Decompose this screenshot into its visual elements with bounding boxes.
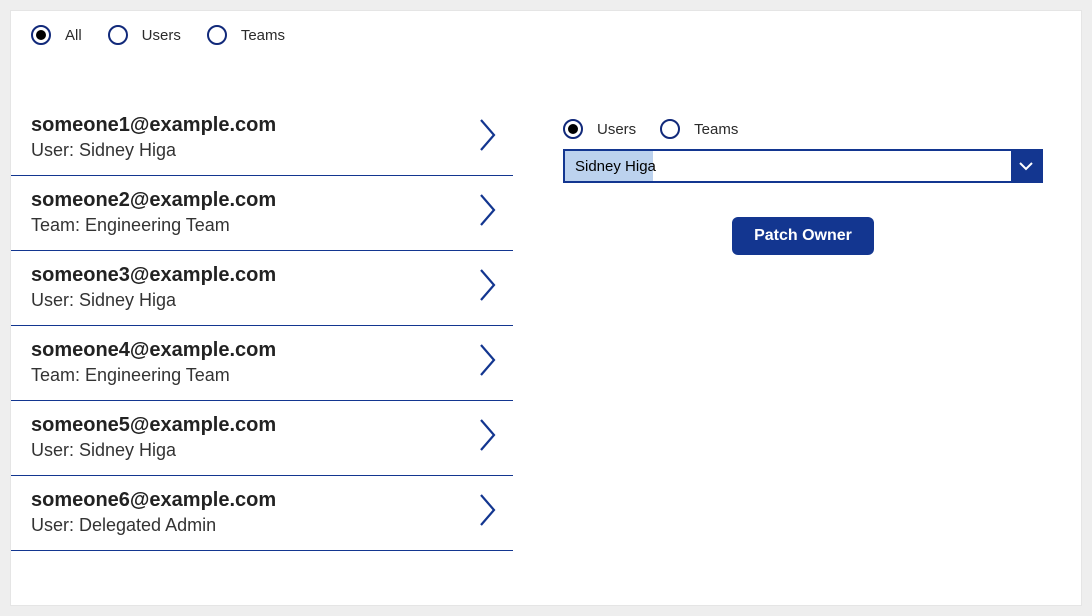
detail-filter-row: Users Teams — [563, 119, 1043, 149]
detail-users-label: Users — [597, 121, 636, 138]
radio-icon — [660, 119, 680, 139]
chevron-right-icon — [479, 493, 497, 532]
list-item-owner: User: Delegated Admin — [31, 515, 276, 536]
list-item-text: someone1@example.com User: Sidney Higa — [31, 113, 276, 161]
filter-all-radio[interactable]: All — [31, 25, 82, 45]
list-item-email: someone3@example.com — [31, 263, 276, 288]
list-item-text: someone2@example.com Team: Engineering T… — [31, 188, 276, 236]
chevron-right-icon — [479, 268, 497, 307]
list-item[interactable]: someone5@example.com User: Sidney Higa — [11, 401, 513, 476]
owner-list-scroll[interactable]: someone1@example.com User: Sidney Higa s… — [11, 101, 513, 605]
list-item[interactable]: someone4@example.com Team: Engineering T… — [11, 326, 513, 401]
list-item[interactable]: someone6@example.com User: Delegated Adm… — [11, 476, 513, 551]
chevron-right-icon — [479, 118, 497, 157]
detail-teams-radio[interactable]: Teams — [660, 119, 738, 139]
chevron-right-icon — [479, 343, 497, 382]
list-item[interactable]: someone3@example.com User: Sidney Higa — [11, 251, 513, 326]
list-item-email: someone6@example.com — [31, 488, 276, 513]
radio-icon — [563, 119, 583, 139]
owner-list: someone1@example.com User: Sidney Higa s… — [11, 101, 513, 605]
top-filter-row: All Users Teams — [11, 11, 1081, 55]
filter-teams-label: Teams — [241, 27, 285, 44]
filter-teams-radio[interactable]: Teams — [207, 25, 285, 45]
radio-icon — [207, 25, 227, 45]
detail-panel: Users Teams Sidney Higa Patch Owner — [513, 101, 1081, 605]
list-item-email: someone4@example.com — [31, 338, 276, 363]
list-item[interactable]: someone2@example.com Team: Engineering T… — [11, 176, 513, 251]
chevron-right-icon — [479, 418, 497, 457]
list-item-email: someone2@example.com — [31, 188, 276, 213]
list-item-owner: User: Sidney Higa — [31, 140, 276, 161]
list-item-owner: User: Sidney Higa — [31, 290, 276, 311]
list-item-owner: Team: Engineering Team — [31, 365, 276, 386]
chevron-right-icon — [479, 193, 497, 232]
owner-select[interactable]: Sidney Higa — [563, 149, 1043, 183]
list-item-text: someone5@example.com User: Sidney Higa — [31, 413, 276, 461]
radio-icon — [31, 25, 51, 45]
filter-users-radio[interactable]: Users — [108, 25, 181, 45]
list-item-text: someone3@example.com User: Sidney Higa — [31, 263, 276, 311]
list-item-text: someone6@example.com User: Delegated Adm… — [31, 488, 276, 536]
app-panel: All Users Teams someone1@example.com Use… — [10, 10, 1082, 606]
list-item-email: someone5@example.com — [31, 413, 276, 438]
detail-teams-label: Teams — [694, 121, 738, 138]
list-item-text: someone4@example.com Team: Engineering T… — [31, 338, 276, 386]
owner-select-value: Sidney Higa — [565, 151, 1011, 181]
patch-owner-button[interactable]: Patch Owner — [732, 217, 874, 255]
radio-icon — [108, 25, 128, 45]
list-item[interactable]: someone1@example.com User: Sidney Higa — [11, 101, 513, 176]
main-area: someone1@example.com User: Sidney Higa s… — [11, 101, 1081, 605]
owner-select-toggle[interactable] — [1011, 151, 1041, 181]
filter-users-label: Users — [142, 27, 181, 44]
list-item-email: someone1@example.com — [31, 113, 276, 138]
chevron-down-icon — [1018, 158, 1034, 174]
detail-users-radio[interactable]: Users — [563, 119, 636, 139]
action-row: Patch Owner — [563, 217, 1043, 255]
list-item-owner: User: Sidney Higa — [31, 440, 276, 461]
list-item-owner: Team: Engineering Team — [31, 215, 276, 236]
filter-all-label: All — [65, 27, 82, 44]
